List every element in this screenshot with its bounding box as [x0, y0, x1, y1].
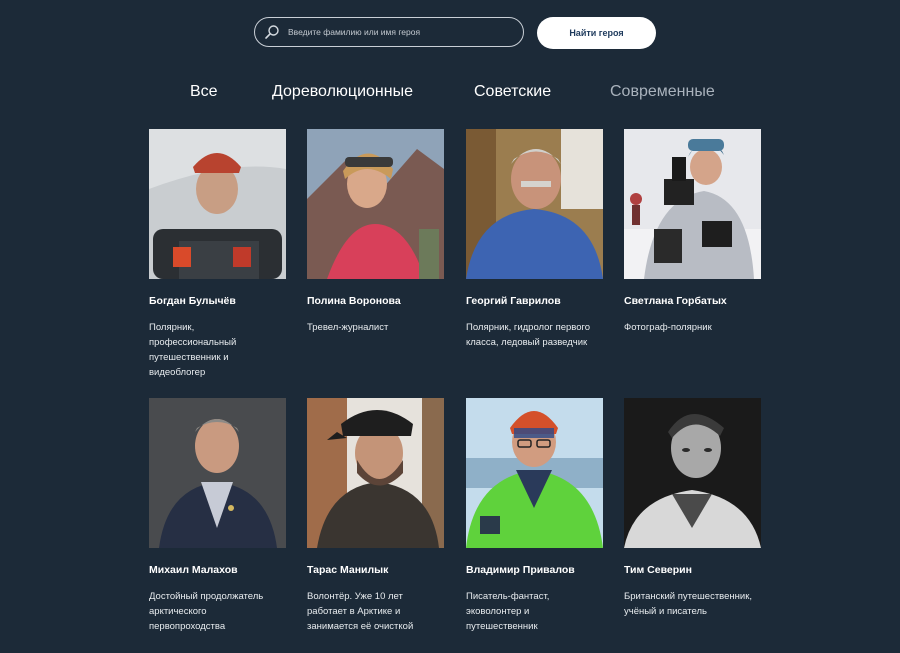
- search-icon: [265, 25, 279, 39]
- hero-description: Фотограф-полярник: [624, 322, 712, 333]
- hero-name: Светлана Горбатых: [624, 295, 727, 307]
- hero-name: Тим Северин: [624, 564, 692, 576]
- hero-photo: [307, 129, 444, 279]
- hero-card[interactable]: Тим Северин Британский путешественник, у…: [624, 398, 764, 619]
- search-input[interactable]: [288, 18, 523, 46]
- hero-card[interactable]: Владимир Привалов Писатель-фантаст, эков…: [466, 398, 606, 634]
- search-field[interactable]: [254, 17, 524, 47]
- hero-photo: [466, 398, 603, 548]
- hero-photo: [466, 129, 603, 279]
- hero-description: Достойный продолжатель арктического перв…: [149, 591, 264, 632]
- hero-name: Полина Воронова: [307, 295, 401, 307]
- hero-photo: [149, 129, 286, 279]
- hero-description: Полярник, профессиональный путешественни…: [149, 322, 237, 378]
- tab-all[interactable]: Все: [190, 82, 218, 102]
- hero-name: Тарас Манилык: [307, 564, 389, 576]
- hero-card[interactable]: Полина Воронова Тревел-журналист: [307, 129, 447, 335]
- hero-card[interactable]: Георгий Гаврилов Полярник, гидролог перв…: [466, 129, 606, 350]
- hero-description: Британский путешественник, учёный и писа…: [624, 591, 753, 617]
- category-tabs: Все Дореволюционные Советские Современны…: [0, 82, 900, 104]
- tab-pre-revolutionary[interactable]: Дореволюционные: [272, 82, 413, 102]
- hero-description: Тревел-журналист: [307, 322, 389, 333]
- hero-name: Владимир Привалов: [466, 564, 575, 576]
- hero-description: Полярник, гидролог первого класса, ледов…: [466, 322, 591, 348]
- hero-description: Писатель-фантаст, эковолонтер и путешест…: [466, 591, 550, 632]
- tab-modern[interactable]: Современные: [610, 82, 715, 102]
- tab-soviet[interactable]: Советские: [474, 82, 551, 102]
- hero-name: Георгий Гаврилов: [466, 295, 561, 307]
- hero-name: Михаил Малахов: [149, 564, 238, 576]
- hero-name: Богдан Булычёв: [149, 295, 236, 307]
- hero-photo: [149, 398, 286, 548]
- hero-card[interactable]: Михаил Малахов Достойный продолжатель ар…: [149, 398, 289, 634]
- hero-description: Волонтёр. Уже 10 лет работает в Арктике …: [307, 591, 414, 632]
- hero-card[interactable]: Тарас Манилык Волонтёр. Уже 10 лет работ…: [307, 398, 447, 634]
- hero-photo: [624, 398, 761, 548]
- hero-photo: [624, 129, 761, 279]
- hero-card[interactable]: Светлана Горбатых Фотограф-полярник: [624, 129, 764, 335]
- hero-card[interactable]: Богдан Булычёв Полярник, профессиональны…: [149, 129, 289, 380]
- find-hero-button[interactable]: Найти героя: [537, 17, 656, 49]
- hero-photo: [307, 398, 444, 548]
